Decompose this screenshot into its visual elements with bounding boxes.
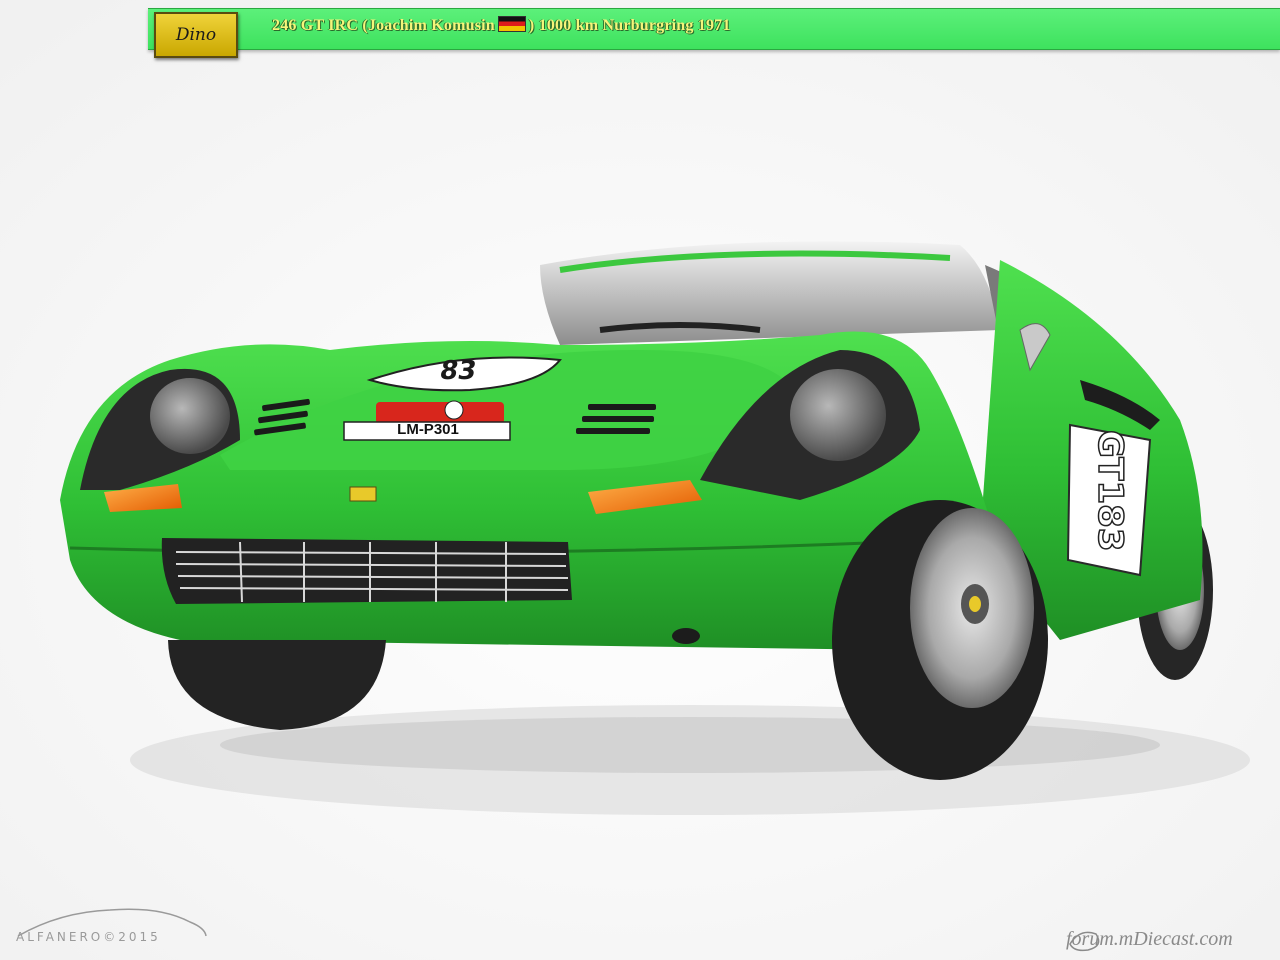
dino-logo-badge: Dino xyxy=(154,12,238,58)
title-part-2: ) 1000 km Nurburgring 1971 xyxy=(528,17,731,34)
right-headlamp xyxy=(790,369,886,461)
page-title: 246 GT IRC (Joachim Komusin ) 1000 km Nur… xyxy=(272,16,731,35)
car-photo xyxy=(0,0,1280,960)
door-number-text: GT183 xyxy=(1089,429,1131,552)
left-headlamp xyxy=(150,378,230,454)
hood-plate-text: LM-P301 xyxy=(397,421,459,438)
german-flag-icon xyxy=(497,16,526,32)
alfanero-watermark: ALFANERO©2015 xyxy=(16,930,161,944)
dino-logo-text: Dino xyxy=(175,25,217,45)
forum-watermark: forum.mDiecast.com xyxy=(1066,928,1233,950)
grille xyxy=(161,538,572,604)
nose-intake xyxy=(672,628,700,644)
title-part-1: 246 GT IRC (Joachim Komusin xyxy=(272,17,495,34)
nose-badge xyxy=(349,486,377,502)
hood-number-text: 83 xyxy=(437,356,479,386)
